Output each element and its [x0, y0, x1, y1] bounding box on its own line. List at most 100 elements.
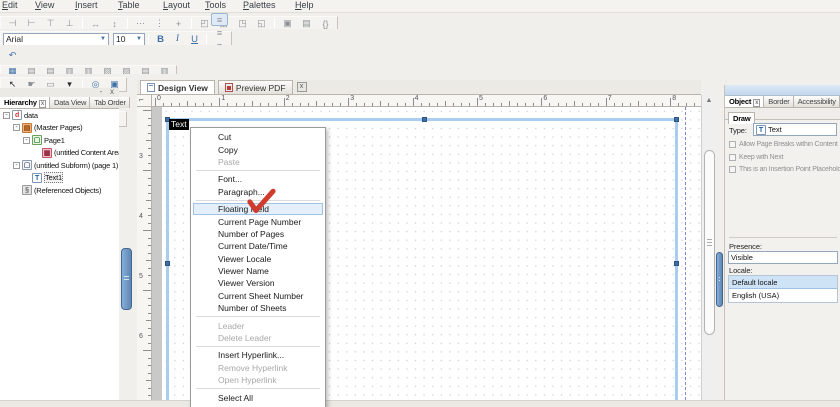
menu-item-insert[interactable]: Insert — [75, 0, 98, 10]
tree-item-label: (Referenced Objects) — [34, 185, 102, 195]
view-toolbar-row: ↶↷▦▦▩□↕↔ − 120% ▼ + ▦✓ — [0, 45, 840, 189]
text-icon: T — [32, 172, 42, 183]
selection-handle[interactable] — [165, 261, 170, 266]
collapse-icon[interactable]: - — [23, 136, 30, 144]
tab-tab-order[interactable]: Tab Order — [90, 97, 130, 108]
context-menu-item-number-of-sheets[interactable]: Number of Sheets — [193, 302, 323, 314]
tree-item-text1[interactable]: T Text1 — [0, 172, 119, 185]
paragraph-align-left-icon[interactable]: ≡ — [211, 13, 228, 26]
tree-item-referenced-objects[interactable]: § (Referenced Objects) — [0, 184, 119, 197]
referenced-objects-icon: § — [22, 185, 32, 196]
content-area-icon: ▦ — [42, 147, 52, 158]
vertical-scrollbar[interactable]: ▲ — [701, 95, 715, 400]
tree-item-label: data — [24, 110, 38, 120]
close-tab-icon[interactable]: x — [38, 100, 46, 108]
font-size-combo[interactable]: 10 ▼ — [113, 32, 145, 46]
selection-handle[interactable] — [674, 261, 679, 266]
text-type-icon: T — [756, 124, 766, 135]
close-icon[interactable]: x — [108, 87, 116, 96]
tree-item-untitled-subform-page-1[interactable]: - ▢ (untitled Subform) (page 1) — [0, 159, 119, 172]
menu-item-layout[interactable]: Layout — [163, 0, 190, 10]
vertical-ruler: 3 4 5 6 — [137, 107, 152, 400]
locale-option-english-usa[interactable]: English (USA) — [729, 289, 837, 302]
checkbox-icon[interactable] — [729, 153, 736, 161]
menu-item-help[interactable]: Help — [295, 0, 314, 10]
tab-border[interactable]: Border — [764, 96, 794, 107]
context-menu-item-cut[interactable]: Cut — [193, 131, 323, 143]
bold-button[interactable]: B — [153, 33, 168, 46]
tree-item-label: (Master Pages) — [34, 123, 83, 133]
context-menu-item-viewer-name[interactable]: Viewer Name — [193, 265, 323, 277]
draw-subtab-bar: Draw — [725, 108, 840, 124]
close-tab-icon[interactable]: x — [753, 99, 761, 107]
tree-item-untitled-content-area[interactable]: ▦ (untitled Content Area) — [0, 147, 119, 160]
context-menu-item-number-of-pages[interactable]: Number of Pages — [193, 228, 323, 240]
content-area-boundary — [685, 107, 686, 400]
italic-button[interactable]: I — [170, 33, 185, 46]
menu-item-palettes[interactable]: Palettes — [243, 0, 276, 10]
tree-item-master-pages[interactable]: - ▤ (Master Pages) — [0, 122, 119, 135]
collapse-icon[interactable]: - — [3, 111, 10, 119]
tab-preview-pdf[interactable]: Preview PDF — [217, 80, 293, 94]
checkbox-icon[interactable] — [729, 166, 736, 173]
tab-draw[interactable]: Draw — [728, 112, 755, 124]
text-object[interactable]: Text — [169, 119, 189, 130]
presence-combo[interactable]: Visible — [728, 251, 838, 264]
tab-accessibility[interactable]: Accessibility — [793, 96, 840, 107]
palette-titlebar: - x — [0, 87, 119, 97]
tab-object[interactable]: Object x — [725, 96, 765, 107]
locale-option-default-locale[interactable]: Default locale — [729, 276, 837, 289]
left-splitter-handle[interactable] — [121, 248, 132, 310]
ruler-mark-5: 5 — [139, 273, 143, 280]
context-menu-item-current-date-time[interactable]: Current Date/Time — [193, 240, 323, 252]
bottom-scroll-strip[interactable] — [0, 400, 840, 407]
ruler-mark-4: 4 — [414, 95, 419, 102]
menu-item-edit[interactable]: Edit — [2, 0, 18, 10]
menu-item-table[interactable]: Table — [118, 0, 140, 10]
horizontal-ruler: 0 1 2 3 4 5 6 7 8 — [152, 95, 701, 107]
selection-handle[interactable] — [422, 117, 427, 122]
checkbox-icon[interactable] — [729, 141, 736, 148]
ruler-corner: ⌐ — [137, 95, 152, 107]
collapse-icon[interactable]: - — [13, 161, 20, 169]
context-menu-item-leader: Leader — [218, 320, 245, 331]
scroll-up-icon[interactable]: ▲ — [702, 97, 716, 104]
tab-design-view[interactable]: Design View — [140, 80, 215, 94]
context-menu-item-font[interactable]: Font... — [193, 173, 323, 185]
context-menu-item-viewer-version[interactable]: Viewer Version — [193, 277, 323, 289]
type-combo[interactable]: T Text — [753, 123, 837, 136]
object-palette: Object x Border Accessibility Draw Type: T … — [724, 85, 840, 400]
paragraph-align-center-icon[interactable]: ≡ — [211, 26, 228, 39]
selection-handle[interactable] — [674, 117, 679, 122]
scrollbar-thumb[interactable] — [703, 150, 715, 335]
context-menu-item-remove-hyperlink: Remove Hyperlink — [218, 362, 288, 373]
tree-item-page1[interactable]: - ▢ Page1 — [0, 134, 119, 147]
context-menu-item-current-page-number[interactable]: Current Page Number — [193, 215, 323, 227]
menu-item-tools[interactable]: Tools — [205, 0, 226, 10]
context-menu-item-insert-hyperlink[interactable]: Insert Hyperlink... — [193, 349, 323, 361]
right-splitter-handle[interactable] — [716, 252, 723, 307]
minimize-icon[interactable]: - — [97, 87, 105, 96]
context-menu-item-copy[interactable]: Copy — [193, 143, 323, 155]
context-menu-item-viewer-locale[interactable]: Viewer Locale — [193, 253, 323, 265]
context-menu-item-current-sheet-number[interactable]: Current Sheet Number — [193, 290, 323, 302]
font-family-combo[interactable]: Arial ▼ — [3, 32, 109, 46]
close-document-icon[interactable]: x — [296, 82, 307, 92]
menu-item-view[interactable]: View — [35, 0, 54, 10]
font-family-value: Arial — [6, 34, 24, 44]
collapse-icon[interactable]: - — [13, 124, 20, 132]
checkbox-keep-with-next[interactable]: Keep with Next — [729, 153, 840, 161]
tree-item-data[interactable]: - d data — [0, 109, 119, 122]
context-menu-item-select-all[interactable]: Select All — [193, 391, 323, 403]
checkbox-this-is-an-insertion-point-placeholder[interactable]: This is an Insertion Point Placeholder — [729, 166, 840, 173]
table-toolbar-row: ▦ ▤ ▤ ▥ ▥ ▧ ▨ ▤ ▥ — [0, 61, 840, 78]
page-icon: ▢ — [32, 135, 42, 146]
design-view-page-icon — [147, 83, 155, 92]
underline-button[interactable]: U — [187, 33, 202, 46]
tab-hierarchy[interactable]: Hierarchy x — [0, 97, 50, 108]
preview-pdf-icon — [224, 83, 233, 92]
livecycle-designer-window: Edit View Insert Table Layout Tools Palettes He… — [0, 0, 840, 407]
checkbox-allow-page-breaks-within-content[interactable]: Allow Page Breaks within Content — [729, 141, 840, 148]
tab-data-view[interactable]: Data View — [49, 97, 91, 108]
master-pages-icon: ▤ — [22, 122, 32, 133]
